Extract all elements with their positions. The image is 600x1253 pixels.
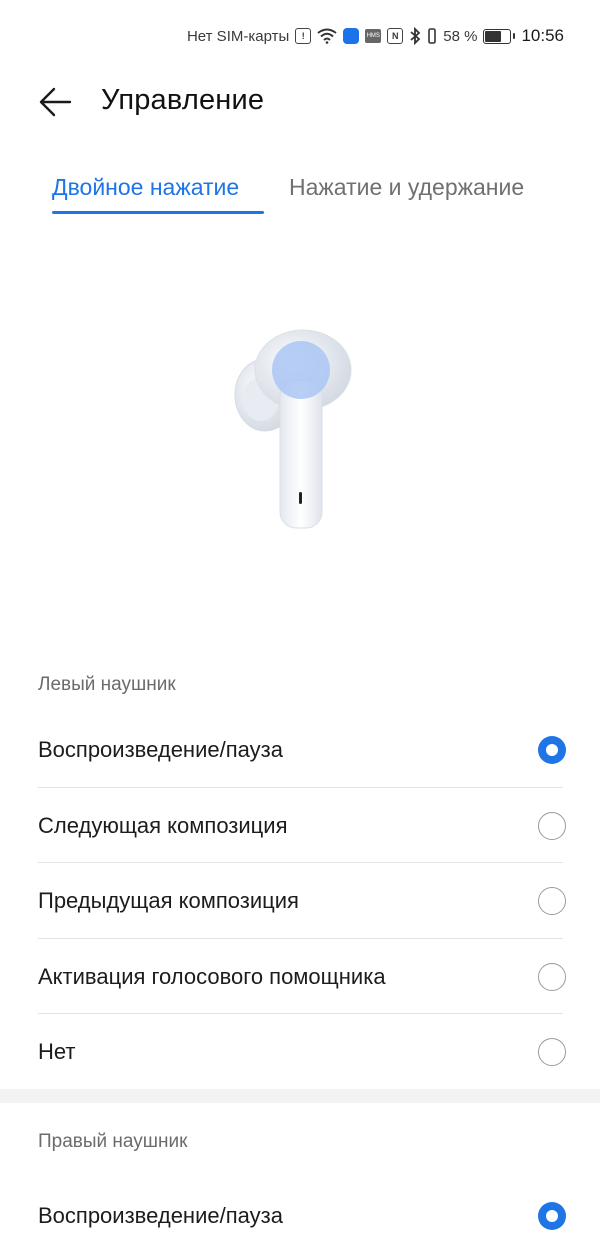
option-label: Предыдущая композиция <box>38 887 299 913</box>
battery-percent: 58 % <box>443 27 478 45</box>
arrow-left-icon[interactable] <box>38 84 74 120</box>
radio-button[interactable] <box>538 962 566 991</box>
app-notification-icon <box>343 28 360 44</box>
tab-press-and-hold[interactable]: Нажатие и удержание <box>289 174 524 201</box>
option-label: Следующая композиция <box>38 812 288 838</box>
radio-button[interactable] <box>538 811 566 840</box>
left-earbud-header: Левый наушник <box>38 674 176 695</box>
radio-button[interactable] <box>538 886 566 915</box>
left-option-next-track[interactable]: Следующая композиция <box>38 788 566 863</box>
vibrate-icon <box>427 28 437 44</box>
right-option-play-pause[interactable]: Воспроизведение/пауза <box>38 1178 566 1253</box>
radio-button[interactable] <box>538 1037 566 1066</box>
left-option-previous-track[interactable]: Предыдущая композиция <box>38 863 566 938</box>
bluetooth-icon <box>409 27 421 45</box>
tab-bar: Двойное нажатие Нажатие и удержание <box>0 168 600 218</box>
option-label: Воспроизведение/пауза <box>38 1202 283 1228</box>
section-separator <box>0 1089 600 1103</box>
status-bar: Нет SIM-карты ! HMS N 58 % 10:56 <box>0 0 600 70</box>
tab-indicator <box>52 211 264 214</box>
tab-double-tap[interactable]: Двойное нажатие <box>52 174 239 201</box>
option-label: Воспроизведение/пауза <box>38 736 283 762</box>
left-option-voice-assistant[interactable]: Активация голосового помощника <box>38 939 566 1014</box>
page-title: Управление <box>101 84 265 116</box>
alert-icon: ! <box>295 28 312 44</box>
left-option-play-pause[interactable]: Воспроизведение/пауза <box>38 712 566 787</box>
wifi-icon <box>317 28 337 44</box>
clock: 10:56 <box>521 26 564 45</box>
option-label: Активация голосового помощника <box>38 963 386 989</box>
hms-icon: HMS <box>365 29 382 43</box>
sim-status: Нет SIM-карты <box>186 27 290 45</box>
nfc-icon: N <box>387 28 404 44</box>
app-header: Управление <box>0 70 600 134</box>
right-earbud-header: Правый наушник <box>38 1131 188 1152</box>
option-label: Нет <box>38 1038 76 1064</box>
battery-icon <box>483 28 516 44</box>
radio-button-selected[interactable] <box>538 1201 566 1230</box>
left-option-none[interactable]: Нет <box>38 1014 566 1089</box>
earbud-illustration <box>225 315 365 540</box>
radio-button-selected[interactable] <box>538 735 566 764</box>
